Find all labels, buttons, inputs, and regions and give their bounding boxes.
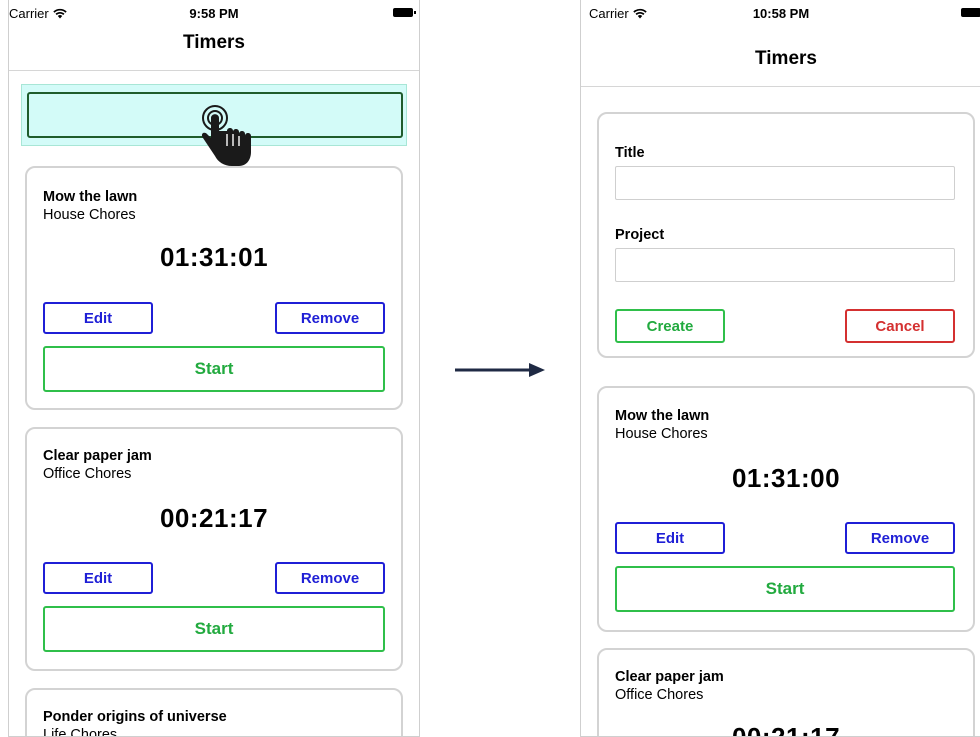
timer-card: Ponder origins of universe Life Chores (25, 688, 403, 736)
project-label: Project (615, 227, 665, 243)
timer-card: Mow the lawn House Chores 01:31:01 Edit … (25, 166, 403, 410)
timer-title: Mow the lawn (615, 408, 710, 424)
status-bar: Carrier 9:58 PM (9, 0, 419, 22)
timer-project: Office Chores (615, 687, 704, 703)
create-button[interactable]: Create (615, 309, 725, 343)
timer-project: Office Chores (43, 466, 132, 482)
timer-card: Clear paper jam Office Chores 00:21:17 (597, 648, 975, 737)
status-bar: Carrier 10:58 PM (581, 0, 980, 22)
timer-elapsed: 00:21:17 (731, 722, 841, 737)
timer-card: Clear paper jam Office Chores 00:21:17 E… (25, 427, 403, 671)
right-phone-screen: Carrier 10:58 PM Timers Title Project Cr… (580, 0, 980, 737)
timer-project: House Chores (43, 207, 136, 223)
status-time: 9:58 PM (189, 6, 239, 21)
start-button[interactable]: Start (615, 566, 955, 612)
project-field[interactable] (615, 248, 955, 282)
cancel-button[interactable]: Cancel (845, 309, 955, 343)
nav-title: Timers (755, 48, 817, 69)
battery-icon (961, 8, 980, 17)
remove-button[interactable]: Remove (275, 302, 385, 334)
timer-project: House Chores (615, 426, 708, 442)
edit-button[interactable]: Edit (43, 302, 153, 334)
edit-button[interactable]: Edit (43, 562, 153, 594)
right-arrow-icon (455, 363, 545, 377)
timer-elapsed: 01:31:00 (731, 463, 841, 493)
edit-button[interactable]: Edit (615, 522, 725, 554)
remove-button[interactable]: Remove (845, 522, 955, 554)
nav-divider (581, 86, 980, 87)
left-phone-screen: Carrier 9:58 PM Timers Mow the lawn Hous… (8, 0, 420, 737)
timer-title: Mow the lawn (43, 189, 138, 205)
title-field[interactable] (615, 166, 955, 200)
remove-button[interactable]: Remove (275, 562, 385, 594)
tap-hand-icon (201, 105, 251, 166)
timer-title: Ponder origins of universe (43, 709, 227, 725)
title-label: Title (615, 145, 645, 161)
timer-title: Clear paper jam (43, 448, 152, 464)
start-button[interactable]: Start (43, 606, 385, 652)
start-button[interactable]: Start (43, 346, 385, 392)
timer-elapsed: 01:31:01 (159, 242, 269, 272)
status-time: 10:58 PM (752, 6, 810, 21)
battery-icon (393, 8, 416, 17)
timer-elapsed: 00:21:17 (159, 503, 269, 533)
nav-divider (9, 70, 419, 71)
timer-card: Mow the lawn House Chores 01:31:00 Edit … (597, 386, 975, 632)
nav-title: Timers (183, 32, 245, 53)
timer-title: Clear paper jam (615, 669, 724, 685)
timer-form-card: Title Project Create Cancel (597, 112, 975, 358)
